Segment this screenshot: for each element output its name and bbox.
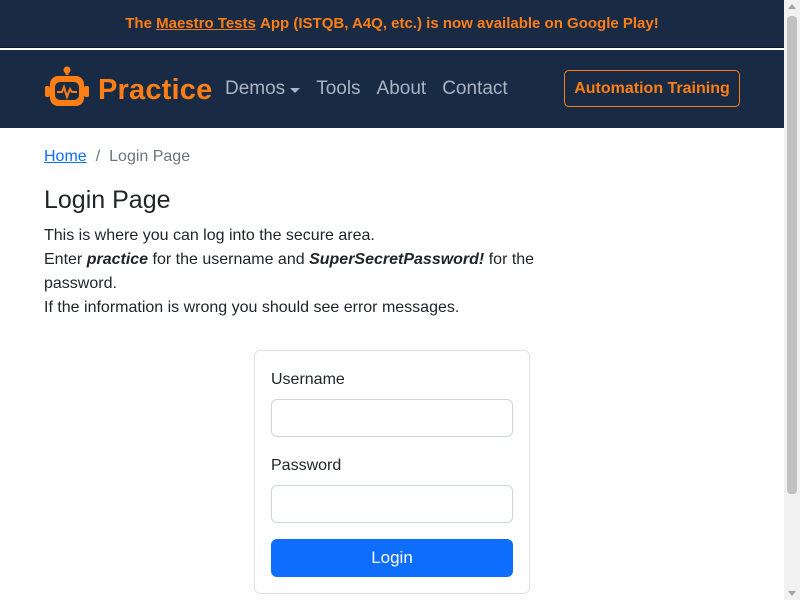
breadcrumb-home-link[interactable]: Home (44, 148, 87, 166)
navbar: Practice Demos Tools About Contact Autom… (0, 50, 784, 128)
chevron-down-icon (290, 87, 301, 93)
username-hint: practice (86, 251, 149, 268)
username-input[interactable] (271, 399, 513, 437)
breadcrumb-current: Login Page (109, 148, 191, 165)
username-label: Username (271, 371, 345, 388)
nav-item-demos[interactable]: Demos (225, 78, 301, 100)
nav-menu: Demos Tools About Contact (225, 78, 524, 100)
description-line-2: Enter practice for the username and Supe… (44, 248, 544, 296)
nav-item-tools[interactable]: Tools (316, 78, 360, 100)
robot-icon (44, 66, 90, 115)
banner-link[interactable]: Maestro Tests (156, 15, 256, 32)
vertical-scrollbar[interactable] (784, 0, 800, 600)
scroll-thumb[interactable] (787, 16, 797, 494)
nav-item-contact[interactable]: Contact (442, 78, 507, 100)
breadcrumb: Home / Login Page (44, 148, 190, 166)
scroll-down-icon[interactable] (788, 591, 796, 596)
password-hint: SuperSecretPassword! (309, 251, 485, 268)
breadcrumb-separator: / (95, 148, 101, 165)
automation-training-button[interactable]: Automation Training (564, 70, 740, 107)
scroll-up-icon[interactable] (788, 4, 796, 9)
brand-link[interactable]: Practice (44, 66, 212, 115)
login-button[interactable]: Login (271, 539, 513, 577)
description-line-3: If the information is wrong you should s… (44, 299, 460, 316)
brand-name: Practice (98, 74, 213, 106)
line2-prefix: Enter (44, 251, 83, 268)
nav-item-about[interactable]: About (377, 78, 427, 100)
line2-mid: for the username and (152, 251, 305, 268)
nav-item-label: Demos (225, 78, 286, 99)
page-title: Login Page (44, 186, 171, 214)
password-input[interactable] (271, 485, 513, 523)
password-label: Password (271, 457, 342, 474)
announcement-banner: The Maestro Tests App (ISTQB, A4Q, etc.)… (0, 0, 784, 48)
description-line-1: This is where you can log into the secur… (44, 227, 375, 244)
banner-suffix: App (ISTQB, A4Q, etc.) is now available … (260, 15, 659, 32)
banner-prefix: The (125, 15, 152, 32)
page-description: This is where you can log into the secur… (44, 224, 544, 320)
login-form: Username Password Login (254, 350, 530, 594)
